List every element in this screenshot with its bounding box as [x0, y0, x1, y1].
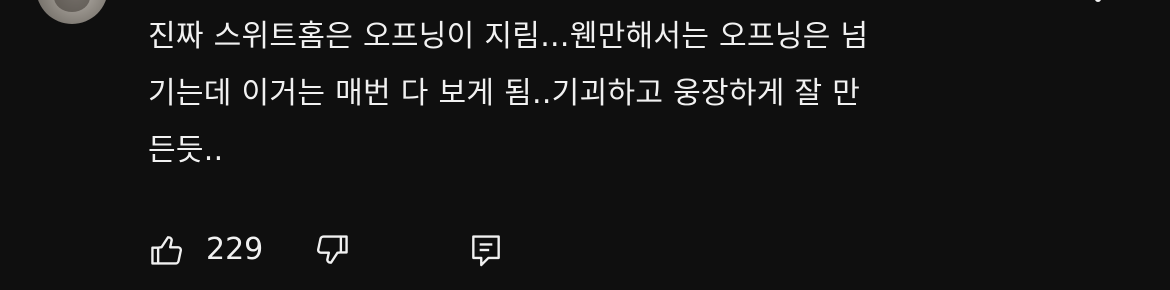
comment-text: 진짜 스위트홈은 오프닝이 지림...웬만해서는 오프닝은 넘 기는데 이거는 … [148, 19, 869, 168]
thumbs-down-icon [313, 231, 351, 269]
avatar[interactable] [36, 0, 108, 24]
reply-button[interactable] [467, 231, 505, 269]
like-count: 229 [206, 232, 264, 267]
more-options-icon[interactable] [1095, 0, 1101, 2]
thumbs-up-icon [148, 231, 186, 269]
like-button[interactable]: 229 [148, 228, 263, 272]
comment-actions: 229 [148, 228, 505, 272]
comment-reply-icon [467, 231, 505, 269]
dislike-button[interactable] [313, 231, 351, 269]
